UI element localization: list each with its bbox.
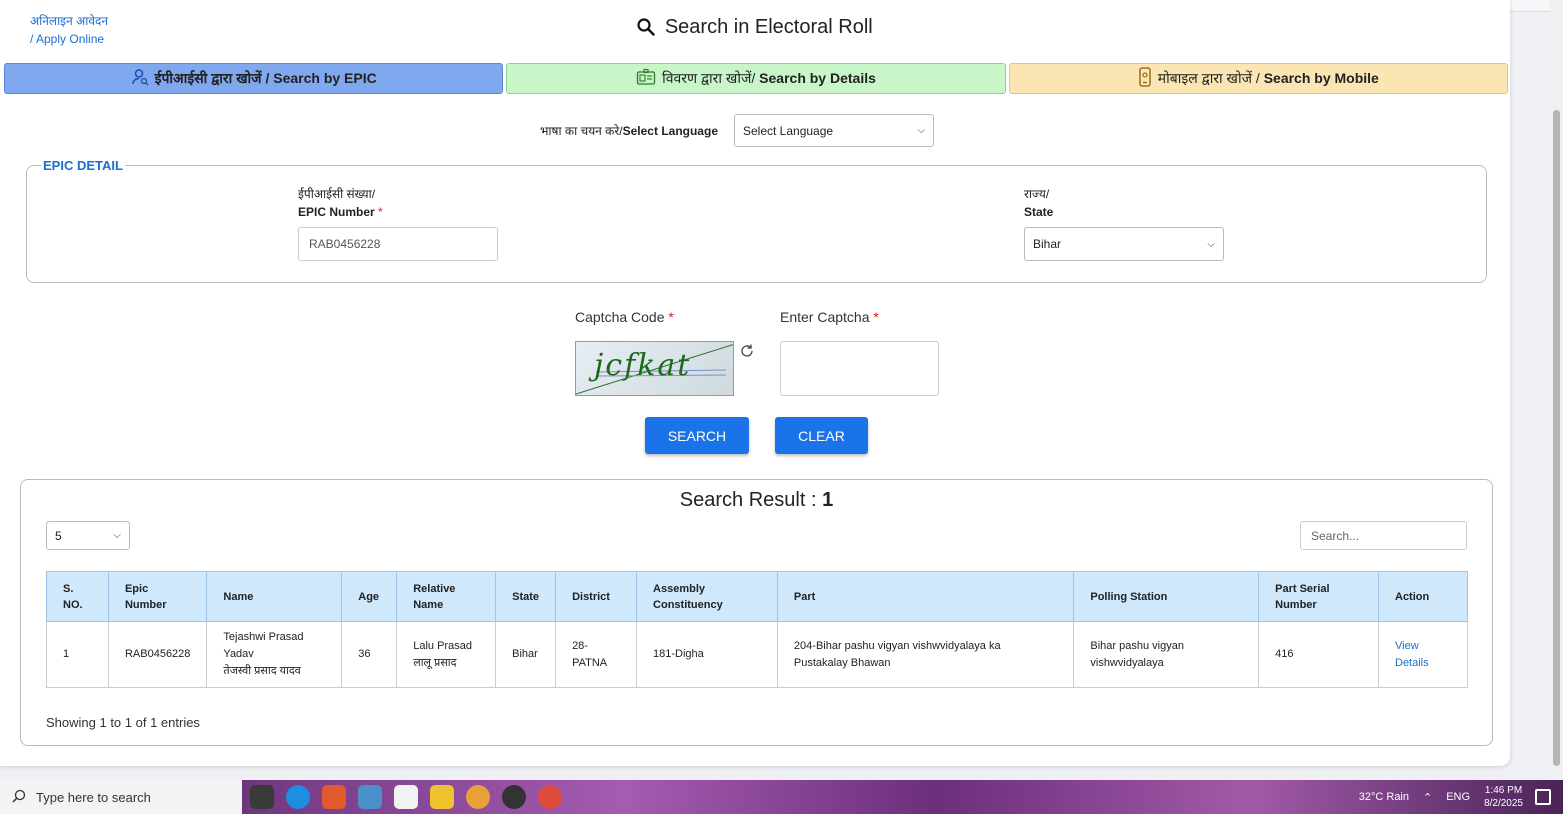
col-part: Part (776, 571, 1075, 622)
epic-number-input[interactable]: RAB0456228 (298, 227, 498, 261)
tab-search-by-mobile[interactable]: मोबाइल द्वारा खोजें / Search by Mobile (1008, 63, 1508, 94)
col-assembly: Assembly Constituency (636, 571, 778, 622)
cell-assembly: 181-Digha (636, 621, 778, 688)
captcha-input[interactable] (780, 341, 939, 396)
taskbar-apps (250, 785, 562, 809)
results-table: S. NO. Epic Number Name Age Relative Nam… (46, 571, 1468, 688)
notification-icon[interactable] (1535, 789, 1551, 805)
search-icon (637, 18, 655, 42)
obs-icon[interactable] (502, 785, 526, 809)
language-row: भाषा का चयन करे/Select Language Select L… (540, 114, 934, 147)
search-icon (12, 789, 26, 806)
view-details-link[interactable]: View Details (1395, 640, 1429, 669)
col-name: Name (206, 571, 343, 622)
scrollbar-thumb[interactable] (1553, 110, 1560, 766)
enter-captcha-label: Enter Captcha * (780, 309, 879, 325)
office-icon[interactable] (322, 785, 346, 809)
language-indicator[interactable]: ENG (1446, 791, 1470, 803)
tab-search-by-details[interactable]: विवरण द्वारा खोजें/ Search by Details (506, 63, 1006, 94)
entries-info: Showing 1 to 1 of 1 entries (46, 715, 200, 730)
col-epic-number: Epic Number (107, 571, 208, 622)
results-search-input[interactable]: Search... (1300, 521, 1467, 550)
language-select[interactable]: Select Language ⌵ (734, 114, 934, 147)
refresh-icon[interactable] (739, 343, 755, 359)
file-explorer-icon[interactable] (430, 785, 454, 809)
chrome-icon[interactable] (538, 785, 562, 809)
page-size-select[interactable]: 5 ⌵ (46, 521, 130, 550)
col-state: State (495, 571, 557, 622)
cell-epic: RAB0456228 (107, 621, 208, 688)
paint-icon[interactable] (358, 785, 382, 809)
cell-sno: 1 (46, 621, 109, 688)
task-view-icon[interactable] (250, 785, 274, 809)
col-part-serial: Part Serial Number (1258, 571, 1379, 622)
search-tabs: ईपीआईसी द्वारा खोजें / Search by EPIC वि… (4, 63, 1508, 94)
results-title: Search Result : 1 (679, 489, 834, 511)
taskbar-search-box[interactable]: Type here to search (0, 780, 242, 814)
page-scrollbar[interactable] (1550, 0, 1563, 780)
chevron-up-icon[interactable]: ⌃ (1423, 791, 1432, 804)
edge-icon[interactable] (286, 785, 310, 809)
mobile-icon (1138, 67, 1152, 90)
captcha-code-label: Captcha Code * (575, 309, 674, 325)
col-sno: S. NO. (46, 571, 109, 622)
chevron-down-icon: ⌵ (1207, 238, 1215, 250)
state-select[interactable]: Bihar ⌵ (1024, 227, 1224, 261)
chevron-down-icon: ⌵ (917, 125, 925, 136)
language-label: भाषा का चयन करे/Select Language (540, 124, 718, 138)
tab-search-by-epic[interactable]: ईपीआईसी द्वारा खोजें / Search by EPIC (4, 63, 504, 94)
col-action: Action (1378, 571, 1468, 622)
page-title: Search in Electoral Roll (0, 16, 1510, 42)
weather-widget[interactable]: 32°C Rain (1359, 791, 1409, 803)
id-card-icon (636, 68, 656, 89)
col-polling-station: Polling Station (1073, 571, 1260, 622)
captcha-image: jcfkat (575, 341, 734, 396)
cell-relative: Lalu Prasad लालू प्रसाद (396, 621, 497, 688)
table-row: 1 RAB0456228 Tejashwi Prasad Yadav तेजस्व… (46, 621, 1468, 688)
cell-state: Bihar (495, 621, 557, 688)
electoral-search-page: अनिलाइन आवेदन / Apply Online Search in E… (0, 0, 1510, 766)
system-tray: 32°C Rain ⌃ ENG 1:46 PM 8/2/2025 (1359, 780, 1523, 814)
chrome-profile-icon[interactable] (466, 785, 490, 809)
notepad-icon[interactable] (394, 785, 418, 809)
cell-polling-station: Bihar pashu vigyan vishwvidyalaya (1073, 621, 1260, 688)
state-label: राज्य/ State (1024, 187, 1054, 219)
cell-name: Tejashwi Prasad Yadav तेजस्वी प्रसाद यादव (206, 621, 343, 688)
user-icon (131, 68, 149, 89)
chevron-down-icon: ⌵ (113, 530, 121, 541)
col-age: Age (341, 571, 398, 622)
cell-district: 28-PATNA (555, 621, 638, 688)
search-button[interactable]: SEARCH (645, 417, 749, 454)
cell-action: View Details (1378, 621, 1468, 688)
clear-button[interactable]: CLEAR (775, 417, 868, 454)
epic-number-label: ईपीआईसी संख्या/ EPIC Number * (298, 187, 383, 219)
table-header-row: S. NO. Epic Number Name Age Relative Nam… (46, 571, 1468, 622)
cell-part: 204-Bihar pashu vigyan vishwvidyalaya ka… (776, 621, 1075, 688)
clock[interactable]: 1:46 PM 8/2/2025 (1484, 784, 1523, 810)
col-relative-name: Relative Name (396, 571, 497, 622)
search-results-card: Search Result : 1 5 ⌵ Search... S. NO. E… (20, 479, 1493, 746)
epic-detail-section: EPIC DETAIL ईपीआईसी संख्या/ EPIC Number … (26, 158, 1487, 283)
cell-age: 36 (341, 621, 398, 688)
windows-taskbar: Type here to search 32°C Rain ⌃ ENG 1:46… (0, 780, 1563, 814)
epic-detail-legend: EPIC DETAIL (41, 158, 125, 173)
col-district: District (555, 571, 638, 622)
cell-part-serial: 416 (1258, 621, 1379, 688)
